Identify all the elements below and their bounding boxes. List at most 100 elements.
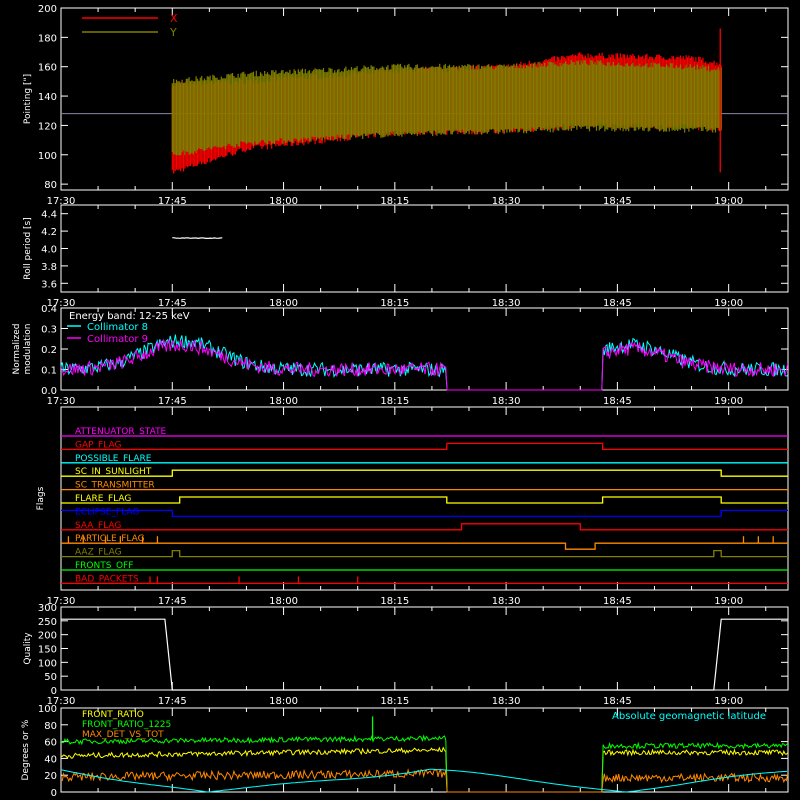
x-tick-label: 18:30 [492, 596, 521, 607]
y-tick-label: 4.2 [41, 227, 57, 238]
y-tick-label: 3.6 [41, 279, 57, 290]
y-axis-label: Flags [36, 486, 46, 510]
legend-label: FRONT_RATIO [82, 710, 144, 720]
y-axis-label: Pointing ["] [23, 74, 33, 124]
x-tick-label: 17:45 [158, 696, 187, 707]
series-line-collimator-9 [60, 338, 789, 391]
y-axis-label: Quality [23, 632, 33, 665]
x-tick-label: 18:45 [603, 396, 632, 407]
flag-line [61, 469, 788, 477]
y-tick-label: 0.1 [41, 366, 57, 377]
panel-modulation: 17:30 17:45 18:00 18:15 18:30 18:45 19:00 0.0 0.… [12, 304, 789, 407]
x-tick-label: 18:30 [492, 696, 521, 707]
x-tick-label: 18:30 [492, 298, 521, 309]
x-tick-label: 18:15 [380, 596, 409, 607]
x-tick-label: 17:45 [158, 596, 187, 607]
x-tick-label: 18:45 [603, 696, 632, 707]
legend-label: X [170, 12, 178, 25]
flag-line [61, 549, 788, 558]
flag-row-eclipse-flag: ECLIPSE_FLAG [61, 507, 788, 517]
y-axis-label: Degrees or % [21, 719, 31, 780]
flag-line [61, 442, 788, 451]
flag-line [61, 496, 788, 504]
annotation: Energy band: 12-25 keV [69, 311, 190, 322]
y-tick-label: 250 [38, 617, 57, 628]
y-tick-label: 200 [38, 631, 57, 642]
y-tick-label: 100 [38, 151, 57, 162]
x-tick-label: 18:00 [269, 596, 298, 607]
flag-row-flare-flag: FLARE_FLAG [61, 494, 788, 504]
flag-row-attenuator-state: ATTENUATOR_STATE [61, 427, 788, 437]
legend-label: Y [169, 26, 177, 39]
x-tick-label: 18:00 [269, 696, 298, 707]
x-tick-label: 19:00 [714, 696, 743, 707]
x-tick-label: 19:00 [714, 298, 743, 309]
y-tick-label: 140 [38, 92, 57, 103]
y-tick-label: 0.2 [41, 345, 57, 356]
flag-row-fronts-off: FRONTS_OFF [61, 561, 788, 571]
series-line-max-det-vs-tot [60, 768, 789, 793]
panel-geomagnetic: 0 20 40 60 80 100 Degrees or % FRONT_RATIOFRONT… [21, 704, 789, 799]
y-tick-label: 50 [44, 672, 57, 683]
flag-row-sc-transmitter: SC_TRANSMITTER [61, 481, 788, 491]
panel-frame [60, 606, 789, 691]
flag-row-sc-in-sunlight: SC_IN_SUNLIGHT [61, 467, 788, 477]
legend-label: Collimator 9 [87, 334, 148, 345]
y-axis-label: modulation [23, 324, 33, 375]
x-tick-label: 18:15 [380, 396, 409, 407]
legend-label: FRONT_RATIO_1225 [82, 720, 171, 730]
y-tick-label: 200 [38, 4, 57, 15]
x-tick-label: 18:45 [603, 298, 632, 309]
series-band-y [171, 59, 722, 156]
y-tick-label: 4.4 [41, 210, 57, 221]
panel-quality: 17:30 17:45 18:00 18:15 18:30 18:45 19:0005010… [23, 603, 789, 707]
y-axis-label: Normalized [12, 323, 22, 374]
flag-line [61, 542, 788, 550]
legend-label: MAX_DET_VS_TOT [82, 730, 164, 740]
flag-row-bad-packets: BAD_PACKETS [61, 574, 788, 584]
x-tick-label: 17:45 [158, 298, 187, 309]
y-axis-label: Roll period [s] [23, 217, 33, 279]
x-tick-label: 19:00 [714, 596, 743, 607]
y-tick-label: 20 [44, 771, 57, 782]
y-tick-label: 100 [38, 704, 57, 715]
y-tick-label: 160 [38, 63, 57, 74]
y-tick-label: 0.3 [41, 325, 57, 336]
flag-row-particle-flag: PARTICLE_FLAG [61, 534, 788, 550]
y-tick-label: 0.4 [41, 304, 57, 315]
y-tick-label: 100 [38, 658, 57, 669]
y-tick-label: 60 [44, 738, 57, 749]
series-line-front-ratio-1225 [60, 734, 788, 793]
y-tick-label: 300 [38, 603, 57, 614]
flag-row-possible-flare: POSSIBLE_FLARE [61, 454, 788, 464]
flag-row-aaz-flag: AAZ_FLAG [61, 548, 788, 558]
quality-line [61, 618, 788, 691]
figure-canvas: 17:30 17:45 18:00 18:15 18:30 18:45 19:00 80 100… [12, 4, 789, 799]
flag-row-gap-flag: GAP_FLAG [61, 440, 788, 450]
y-tick-label: 80 [44, 721, 57, 732]
x-tick-label: 18:45 [603, 596, 632, 607]
flag-line [61, 523, 788, 531]
panel-frame [60, 204, 789, 293]
y-tick-label: 0 [51, 788, 57, 799]
x-tick-label: 19:00 [714, 396, 743, 407]
flag-row-saa-flag: SAA_FLAG [61, 521, 788, 531]
flag-label: ECLIPSE_FLAG [75, 507, 139, 517]
y-tick-label: 40 [44, 754, 57, 765]
x-tick-label: 18:15 [380, 298, 409, 309]
x-tick-label: 17:30 [47, 396, 76, 407]
x-tick-label: 18:00 [269, 298, 298, 309]
roll-period-line [172, 237, 223, 240]
y-tick-label: 4.0 [41, 245, 57, 256]
x-tick-label: 18:15 [380, 696, 409, 707]
y-tick-label: 3.8 [41, 262, 57, 273]
flag-line [61, 509, 788, 518]
annotation: Absolute geomagnetic latitude [612, 711, 766, 722]
legend-label: Collimator 8 [87, 322, 148, 333]
panel-pointing: 17:30 17:45 18:00 18:15 18:30 18:45 19:0080100… [23, 4, 789, 207]
panel-flags: 17:30 17:45 18:00 18:15 18:30 18:45 19:00Flags… [36, 406, 789, 607]
y-tick-label: 150 [38, 645, 57, 656]
panel-roll-period: 17:30 17:45 18:00 18:15 18:30 18:45 19:003.63.… [23, 204, 789, 309]
y-tick-label: 180 [38, 33, 57, 44]
x-tick-label: 17:45 [158, 396, 187, 407]
